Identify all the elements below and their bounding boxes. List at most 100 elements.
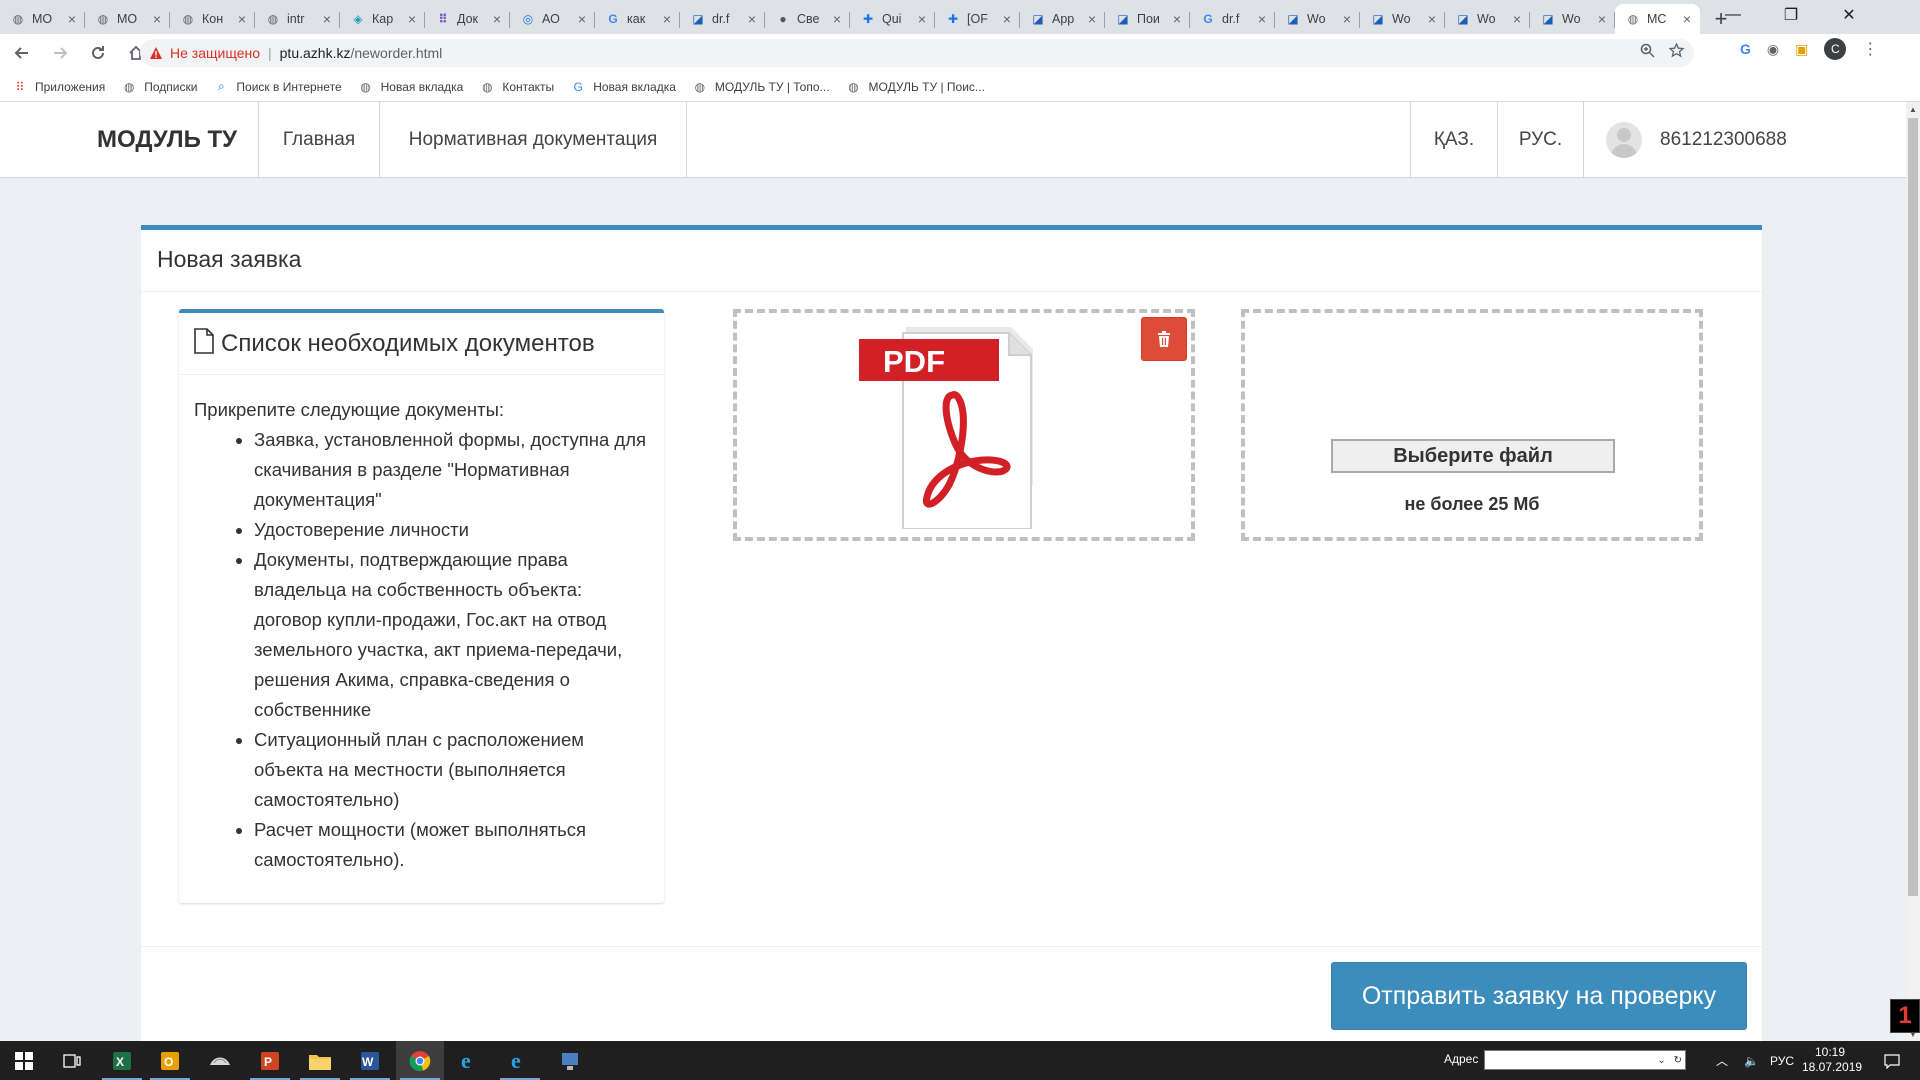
browser-tab[interactable]: ◍ intr × xyxy=(255,4,340,34)
bookmark-item[interactable]: ⠿ Приложения xyxy=(12,79,106,95)
close-tab-icon[interactable]: × xyxy=(1425,11,1439,27)
nav-docs-link[interactable]: Нормативная документация xyxy=(379,102,687,178)
browser-tab[interactable]: ✚ Qui × xyxy=(850,4,935,34)
taskbar-outlook[interactable]: O xyxy=(146,1041,194,1080)
extension-icon[interactable]: ◉ xyxy=(1767,41,1779,58)
site-brand[interactable]: МОДУЛЬ ТУ xyxy=(97,102,237,178)
forward-button[interactable] xyxy=(44,37,76,69)
browser-tab[interactable]: ◪ Wo × xyxy=(1360,4,1445,34)
taskbar-file-explorer[interactable] xyxy=(296,1041,344,1080)
taskbar-app-shell[interactable] xyxy=(196,1041,244,1080)
profile-avatar[interactable]: C xyxy=(1824,38,1847,60)
tray-chevron-icon[interactable]: ︿ xyxy=(1716,1041,1728,1080)
browser-tab[interactable]: ◪ Wo × xyxy=(1530,4,1615,34)
taskbar-app-network[interactable] xyxy=(546,1041,594,1080)
taskbar-ie[interactable]: e xyxy=(446,1041,494,1080)
task-view-icon xyxy=(63,1053,81,1068)
close-tab-icon[interactable]: × xyxy=(660,11,674,27)
close-tab-icon[interactable]: × xyxy=(1595,11,1609,27)
dropdown-arrow-icon[interactable]: ⌄ xyxy=(1657,1055,1665,1066)
taskbar-word[interactable]: W xyxy=(346,1041,394,1080)
taskbar-chrome[interactable] xyxy=(396,1041,444,1080)
close-tab-icon[interactable]: × xyxy=(1085,11,1099,27)
scrollbar-thumb[interactable] xyxy=(1908,118,1918,896)
browser-tab[interactable]: ● Све × xyxy=(765,4,850,34)
back-button[interactable] xyxy=(6,37,38,69)
uploaded-file-dropzone[interactable]: PDF xyxy=(733,309,1195,541)
scroll-up-arrow-icon[interactable]: ▲ xyxy=(1906,102,1920,116)
browser-tab[interactable]: ◪ Wo × xyxy=(1445,4,1530,34)
taskbar-powerpoint[interactable]: P xyxy=(246,1041,294,1080)
close-tab-icon[interactable]: × xyxy=(1680,11,1694,27)
close-tab-icon[interactable]: × xyxy=(830,11,844,27)
browser-tab[interactable]: ◎ АО × xyxy=(510,4,595,34)
bookmark-item[interactable]: ⌕ Поиск в Интернете xyxy=(213,79,342,95)
not-secure-label[interactable]: Не защищено xyxy=(170,45,260,61)
overlay-badge[interactable]: 1 xyxy=(1890,999,1920,1033)
taskbar-address-input[interactable]: ⌄ ↻ xyxy=(1484,1050,1686,1070)
bookmark-item[interactable]: ◍ Контакты xyxy=(479,79,554,95)
close-tab-icon[interactable]: × xyxy=(915,11,929,27)
browser-tab[interactable]: ◈ Кар × xyxy=(340,4,425,34)
extension-icon-2[interactable]: ▣ xyxy=(1795,41,1808,58)
reload-button[interactable] xyxy=(82,37,114,69)
close-tab-icon[interactable]: × xyxy=(1255,11,1269,27)
close-tab-icon[interactable]: × xyxy=(320,11,334,27)
browser-tab[interactable]: ⠿ Док × xyxy=(425,4,510,34)
menu-dots-icon[interactable]: ⋮ xyxy=(1862,39,1878,59)
maximize-button[interactable]: ❐ xyxy=(1762,0,1820,30)
browser-tab[interactable]: ✚ [OF × xyxy=(935,4,1020,34)
browser-tab[interactable]: ◪ Wo × xyxy=(1275,4,1360,34)
close-tab-icon[interactable]: × xyxy=(1340,11,1354,27)
close-tab-icon[interactable]: × xyxy=(150,11,164,27)
bookmark-item[interactable]: ◍ Подписки xyxy=(121,79,197,95)
list-item: Документы, подтверждающие права владельц… xyxy=(254,545,654,725)
bookmark-item[interactable]: ◍ Новая вкладка xyxy=(358,79,463,95)
submit-order-button[interactable]: Отправить заявку на проверку xyxy=(1331,962,1747,1030)
close-tab-icon[interactable]: × xyxy=(1170,11,1184,27)
taskbar-excel[interactable]: X xyxy=(98,1041,146,1080)
browser-tab[interactable]: ◍ МО × xyxy=(85,4,170,34)
close-tab-icon[interactable]: × xyxy=(745,11,759,27)
nav-home-link[interactable]: Главная xyxy=(258,102,379,178)
close-tab-icon[interactable]: × xyxy=(1510,11,1524,27)
volume-icon[interactable]: 🔈 xyxy=(1744,1041,1759,1080)
bookmark-item[interactable]: G Новая вкладка xyxy=(570,79,676,95)
zoom-icon[interactable] xyxy=(1640,43,1655,62)
browser-tab[interactable]: ◪ dr.f × xyxy=(680,4,765,34)
address-bar[interactable]: Не защищено | ptu.azhk.kz/neworder.html xyxy=(140,39,1694,67)
taskbar-language[interactable]: РУС xyxy=(1770,1041,1794,1080)
close-tab-icon[interactable]: × xyxy=(575,11,589,27)
minimize-button[interactable]: — xyxy=(1704,0,1762,30)
close-tab-icon[interactable]: × xyxy=(490,11,504,27)
start-button[interactable] xyxy=(0,1041,48,1080)
close-tab-icon[interactable]: × xyxy=(405,11,419,27)
refresh-small-icon[interactable]: ↻ xyxy=(1674,1055,1682,1066)
browser-tab[interactable]: Gdr.f × xyxy=(1190,4,1275,34)
notifications-button[interactable] xyxy=(1872,1041,1912,1080)
lang-kz-link[interactable]: ҚАЗ. xyxy=(1410,102,1497,178)
page-scrollbar[interactable]: ▲ ▼ xyxy=(1906,102,1920,1041)
choose-file-button[interactable]: Выберите файл xyxy=(1331,439,1615,473)
file-upload-dropzone[interactable]: Выберите файл не более 25 Мб xyxy=(1241,309,1703,541)
bookmark-item[interactable]: ◍ МОДУЛЬ ТУ | Поис... xyxy=(846,79,985,95)
browser-tab[interactable]: ◪ App × xyxy=(1020,4,1105,34)
lang-ru-link[interactable]: РУС. xyxy=(1497,102,1583,178)
taskbar-ie-2[interactable]: e xyxy=(496,1041,544,1080)
close-window-button[interactable]: ✕ xyxy=(1820,0,1878,30)
browser-tab[interactable]: ◪ Пои × xyxy=(1105,4,1190,34)
close-tab-icon[interactable]: × xyxy=(65,11,79,27)
bookmark-star-icon[interactable] xyxy=(1668,42,1685,62)
task-view-button[interactable] xyxy=(48,1041,96,1080)
translate-extension-icon[interactable]: G xyxy=(1740,41,1751,57)
close-tab-icon[interactable]: × xyxy=(1000,11,1014,27)
user-menu[interactable]: 861212300688 xyxy=(1583,102,1906,178)
browser-tab[interactable]: ◍ МС × xyxy=(1615,4,1700,34)
delete-file-button[interactable] xyxy=(1141,317,1187,361)
taskbar-clock[interactable]: 10:19 18.07.2019 xyxy=(1802,1045,1862,1075)
close-tab-icon[interactable]: × xyxy=(235,11,249,27)
browser-tab[interactable]: Gкак × xyxy=(595,4,680,34)
browser-tab[interactable]: ◍ Кон × xyxy=(170,4,255,34)
bookmark-item[interactable]: ◍ МОДУЛЬ ТУ | Топо... xyxy=(692,79,830,95)
browser-tab[interactable]: ◍ МО × xyxy=(0,4,85,34)
